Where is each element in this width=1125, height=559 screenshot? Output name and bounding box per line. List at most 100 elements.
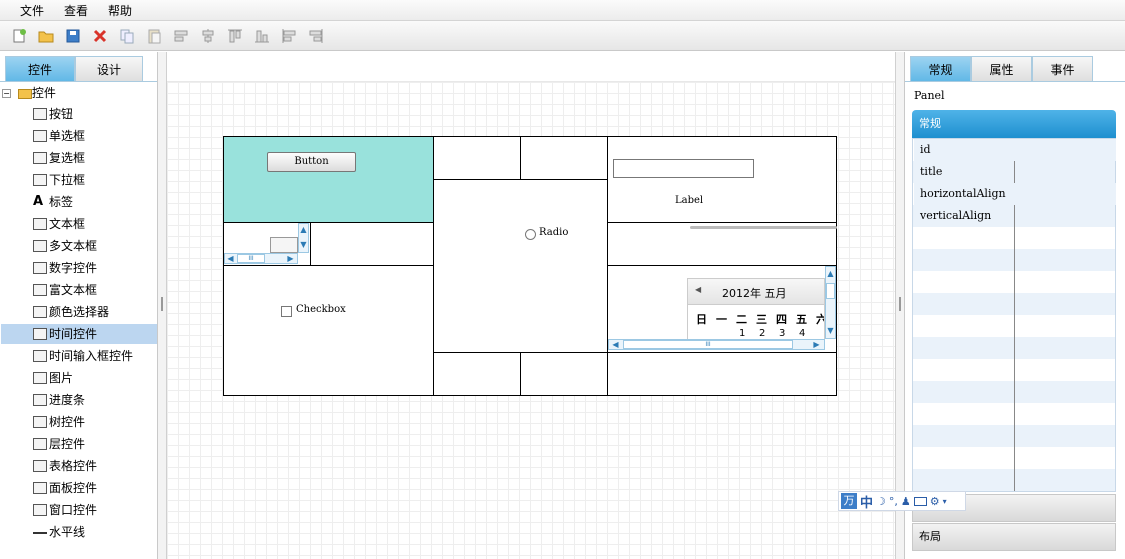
- radio-cell[interactable]: Radio: [433, 179, 608, 353]
- palette-item-number[interactable]: 数字控件: [33, 258, 157, 278]
- prev-month-icon[interactable]: ◀: [695, 285, 701, 294]
- align-hcenter-icon[interactable]: [281, 28, 297, 44]
- calendar-date[interactable]: 3: [779, 328, 785, 339]
- tab-properties[interactable]: 属性: [971, 56, 1032, 82]
- button-control[interactable]: Button: [267, 152, 356, 172]
- scroll-thumb[interactable]: III: [623, 340, 793, 349]
- scroll-down-icon[interactable]: ▼: [826, 326, 835, 335]
- section-header-general[interactable]: 常规: [912, 110, 1116, 138]
- prop-title[interactable]: title: [914, 161, 1116, 183]
- prop-vertical-align[interactable]: verticalAlign: [914, 205, 1116, 227]
- ime-wan-label[interactable]: 万: [841, 493, 857, 509]
- menu-view[interactable]: 查看: [64, 2, 88, 19]
- palette-item-checkbox[interactable]: 复选框: [33, 148, 157, 168]
- left-splitter[interactable]: [158, 52, 167, 559]
- section-header-layout[interactable]: 布局: [912, 523, 1116, 551]
- horizontal-scrollbar[interactable]: ◀ III ▶: [224, 253, 298, 264]
- user-icon[interactable]: ♟: [901, 495, 911, 508]
- tab-general[interactable]: 常规: [910, 56, 971, 82]
- prop-id[interactable]: id: [914, 139, 1116, 161]
- scroll-up-icon[interactable]: ▲: [826, 269, 835, 278]
- open-icon[interactable]: [38, 28, 54, 44]
- scroll-right-icon[interactable]: ▶: [812, 340, 821, 349]
- calendar-cell[interactable]: ◀ 2012年 五月 日一二三四五六 1 2 3 4 ▲ ▼ ◀ III ▶: [607, 265, 837, 353]
- settings-icon[interactable]: ⚙: [930, 495, 940, 508]
- palette-item-progress[interactable]: 进度条: [33, 390, 157, 410]
- table-cell[interactable]: [310, 222, 434, 266]
- save-icon[interactable]: [65, 28, 81, 44]
- menu-help[interactable]: 帮助: [108, 2, 132, 19]
- dropdown-icon[interactable]: ▾: [943, 497, 947, 506]
- table-cell[interactable]: [520, 352, 608, 396]
- ime-zhong-label[interactable]: 中: [860, 492, 873, 511]
- scroll-left-icon[interactable]: ◀: [611, 340, 620, 349]
- scroll-down-icon[interactable]: ▼: [299, 240, 308, 249]
- palette-item-dropdown[interactable]: 下拉框: [33, 170, 157, 190]
- progress-cell[interactable]: [607, 222, 837, 266]
- tab-controls[interactable]: 控件: [5, 56, 75, 82]
- palette-item-button[interactable]: 按钮: [33, 104, 157, 124]
- align-left-icon[interactable]: [173, 28, 189, 44]
- punct-icon[interactable]: °,: [889, 495, 898, 508]
- scroll-cell[interactable]: ▲ ▼ ◀ III ▶: [223, 222, 311, 266]
- label-cell[interactable]: Label: [607, 136, 837, 223]
- radio-icon[interactable]: [525, 229, 536, 240]
- palette-item-hr[interactable]: 水平线: [33, 522, 157, 542]
- palette-item-radio[interactable]: 单选框: [33, 126, 157, 146]
- checkbox-icon[interactable]: [281, 306, 292, 317]
- align-vcenter-icon[interactable]: [308, 28, 324, 44]
- menu-file[interactable]: 文件: [20, 2, 44, 19]
- moon-icon[interactable]: ☽: [876, 495, 886, 508]
- ime-toolbar[interactable]: 万 中 ☽ °, ♟ ⚙ ▾: [838, 491, 966, 511]
- palette-item-richtext[interactable]: 富文本框: [33, 280, 157, 300]
- scroll-up-icon[interactable]: ▲: [299, 225, 308, 234]
- delete-icon[interactable]: [92, 28, 108, 44]
- teal-cell[interactable]: Button: [223, 136, 434, 223]
- right-splitter[interactable]: [895, 52, 904, 559]
- table-cell[interactable]: [433, 352, 521, 396]
- paste-icon[interactable]: [146, 28, 162, 44]
- text-input-control[interactable]: [613, 159, 754, 178]
- palette-item-textbox[interactable]: 文本框: [33, 214, 157, 234]
- palette-item-color-picker[interactable]: 颜色选择器: [33, 302, 157, 322]
- vertical-scrollbar[interactable]: ▲ ▼: [298, 223, 309, 253]
- scroll-right-icon[interactable]: ▶: [286, 254, 295, 263]
- tree-root[interactable]: − 控件: [2, 84, 56, 102]
- palette-item-layer[interactable]: 层控件: [33, 434, 157, 454]
- copy-icon[interactable]: [119, 28, 135, 44]
- palette-item-window[interactable]: 窗口控件: [33, 500, 157, 520]
- prop-horizontal-align[interactable]: horizontalAlign: [914, 183, 1116, 205]
- palette-item-label[interactable]: A 标签: [33, 192, 157, 212]
- palette-item-panel[interactable]: 面板控件: [33, 478, 157, 498]
- align-bottom-icon[interactable]: [254, 28, 270, 44]
- tab-design[interactable]: 设计: [75, 56, 143, 82]
- collapse-icon[interactable]: −: [2, 89, 11, 98]
- keyboard-icon[interactable]: [913, 496, 927, 506]
- palette-item-tree[interactable]: 树控件: [33, 412, 157, 432]
- scroll-left-icon[interactable]: ◀: [226, 254, 235, 263]
- table-cell[interactable]: [520, 136, 608, 180]
- align-center-icon[interactable]: [200, 28, 216, 44]
- palette-item-table[interactable]: 表格控件: [33, 456, 157, 476]
- align-top-icon[interactable]: [227, 28, 243, 44]
- calendar-date[interactable]: 2: [759, 328, 765, 339]
- calendar-date[interactable]: 4: [799, 328, 805, 339]
- palette-item-label: 时间控件: [49, 327, 98, 341]
- multiline-textbox-icon: [33, 240, 47, 252]
- scroll-thumb[interactable]: [826, 283, 835, 299]
- calendar-date[interactable]: 1: [739, 328, 745, 339]
- calendar-control[interactable]: ◀ 2012年 五月 日一二三四五六 1 2 3 4: [687, 278, 825, 340]
- checkbox-cell[interactable]: Checkbox: [223, 265, 434, 396]
- tree-root-label: 控件: [31, 86, 56, 100]
- palette-item-multiline-textbox[interactable]: 多文本框: [33, 236, 157, 256]
- table-cell[interactable]: [607, 352, 837, 396]
- palette-item-image[interactable]: 图片: [33, 368, 157, 388]
- calendar-hscroll[interactable]: ◀ III ▶: [608, 339, 825, 350]
- table-cell[interactable]: [433, 136, 521, 180]
- calendar-vscroll[interactable]: ▲ ▼: [825, 266, 836, 339]
- tab-events[interactable]: 事件: [1032, 56, 1093, 82]
- palette-item-date-input[interactable]: 时间输入框控件: [33, 346, 157, 366]
- palette-item-date[interactable]: 时间控件: [1, 324, 157, 344]
- scroll-thumb[interactable]: III: [237, 254, 265, 263]
- new-icon[interactable]: [11, 28, 27, 44]
